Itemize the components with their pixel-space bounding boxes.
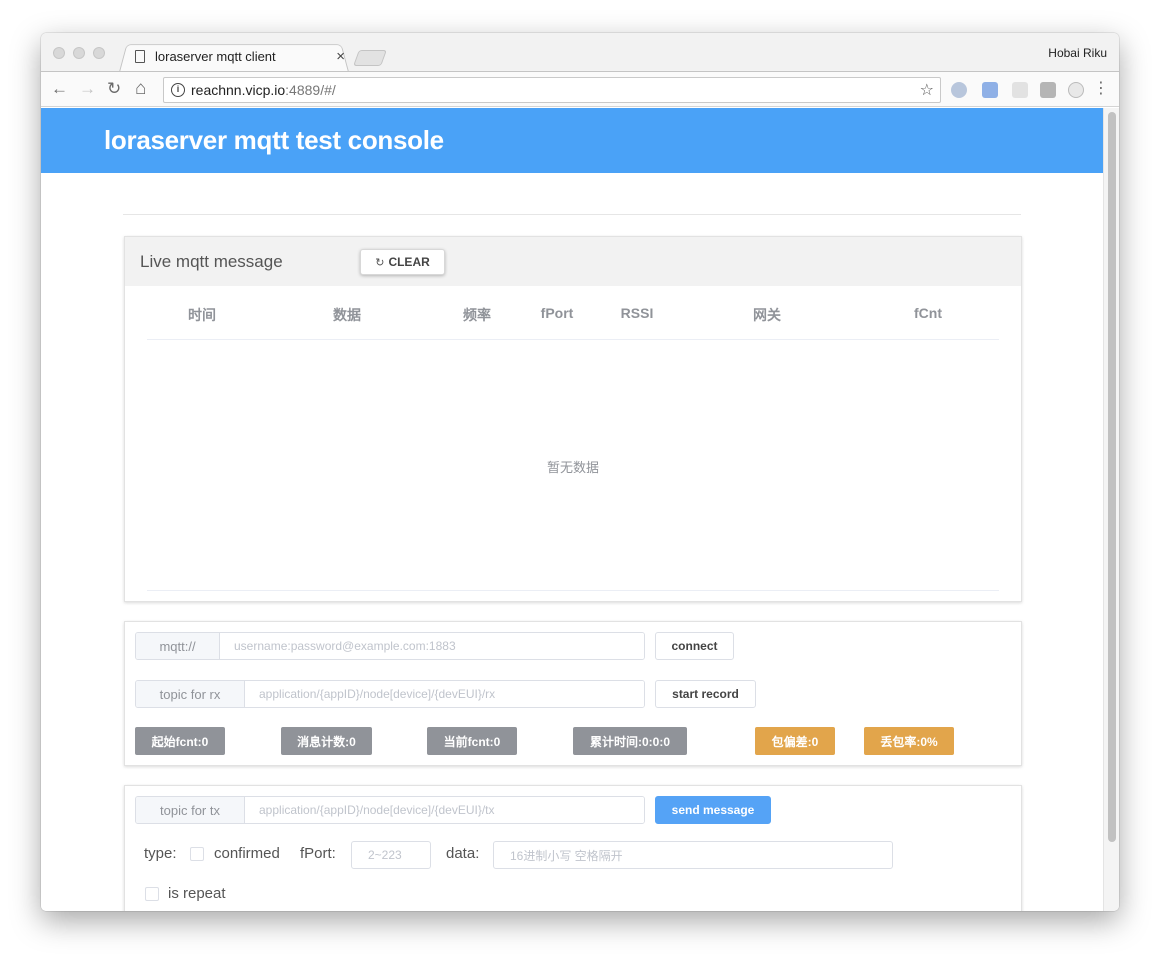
packet-deviation-badge: 包偏差:0 [755,727,835,755]
info-icon[interactable]: i [171,83,185,97]
minimize-window-button[interactable] [73,47,85,59]
zoom-window-button[interactable] [93,47,105,59]
url-host: reachnn.vicp.io [191,82,286,98]
code-extension-icon[interactable] [1068,82,1084,98]
live-card-title: Live mqtt message [140,252,283,271]
url-path: :4889/#/ [285,82,336,98]
message-table-header: 时间 数据 频率 fPort RSSI 网关 fCnt [147,286,999,340]
tab-title: loraserver mqtt client [155,49,276,64]
m-extension-icon[interactable] [1040,82,1056,98]
column-header-fcnt[interactable]: fCnt [914,305,942,321]
mqtt-url-input[interactable] [220,633,644,659]
close-window-button[interactable] [53,47,65,59]
page-content: loraserver mqtt test console Live mqtt m… [41,108,1103,911]
column-header-time[interactable]: 时间 [188,305,216,325]
table-bottom-border [147,590,999,591]
tab-strip: loraserver mqtt client × Hobai Riku [41,33,1119,72]
column-header-gateway[interactable]: 网关 [753,305,781,325]
clear-button[interactable]: ↻ CLEAR [360,249,445,275]
refresh-icon: ↻ [375,256,385,269]
mqtt-prefix-label: mqtt:// [136,633,220,659]
rx-topic-input[interactable] [245,681,644,707]
rx-topic-group: topic for rx [135,680,645,708]
tx-topic-group: topic for tx [135,796,645,824]
back-arrow-icon[interactable]: ← [51,79,68,99]
document-icon [135,50,145,63]
fport-input[interactable]: 2~223 [351,841,431,869]
clear-button-label: CLEAR [388,255,430,269]
connect-button[interactable]: connect [655,632,734,660]
browser-window: loraserver mqtt client × Hobai Riku ← → … [41,33,1119,911]
start-fcnt-badge: 起始fcnt:0 [135,727,225,755]
profile-name[interactable]: Hobai Riku [1048,46,1107,60]
tx-topic-prefix-label: topic for tx [136,797,245,823]
rx-topic-prefix-label: topic for rx [136,681,245,707]
column-header-rssi[interactable]: RSSI [621,305,654,321]
bookmark-star-icon[interactable]: ☆ [920,80,934,100]
forward-arrow-icon[interactable]: → [79,79,96,99]
data-input[interactable]: 16进制小写 空格隔开 [493,841,893,869]
scrollbar-thumb[interactable] [1108,112,1116,842]
confirmed-label[interactable]: confirmed [214,845,280,862]
send-message-button[interactable]: send message [655,796,771,824]
page-scrollbar[interactable] [1103,108,1119,911]
type-label: type: [144,845,177,862]
column-header-fport[interactable]: fPort [541,305,574,321]
column-header-data[interactable]: 数据 [333,305,361,325]
fport-label: fPort: [300,845,336,862]
message-count-badge: 消息计数:0 [281,727,372,755]
confirmed-checkbox[interactable] [190,847,204,861]
mqtt-url-group: mqtt:// [135,632,645,660]
new-tab-button[interactable] [353,50,387,66]
connection-card: mqtt:// connect topic for rx start recor… [124,621,1022,766]
browser-menu-icon[interactable]: ⋮ [1093,79,1109,99]
live-card-header: Live mqtt message ↻ CLEAR [125,237,1021,286]
live-message-card: Live mqtt message ↻ CLEAR 时间 数据 频率 fPort… [124,236,1022,602]
browser-toolbar: ← → ↻ ⌂ i reachnn.vicp.io:4889/#/ ☆ ⋮ [41,71,1119,107]
translate-extension-icon[interactable] [982,82,998,98]
app-header: loraserver mqtt test console [41,108,1103,173]
extension-record-icon[interactable] [951,82,967,98]
close-tab-icon[interactable]: × [336,48,345,65]
send-message-card: topic for tx send message type: confirme… [124,785,1022,911]
home-icon[interactable]: ⌂ [135,79,146,99]
empty-table-text: 暂无数据 [546,460,599,475]
column-header-frequency[interactable]: 频率 [463,305,491,325]
reload-icon[interactable]: ↻ [107,79,121,99]
elapsed-time-badge: 累计时间:0:0:0 [573,727,687,755]
repeat-label[interactable]: is repeat [168,885,226,902]
divider [123,214,1021,215]
app-title: loraserver mqtt test console [104,125,444,155]
start-record-button[interactable]: start record [655,680,756,708]
packet-loss-badge: 丢包率:0% [864,727,954,755]
shield-extension-icon[interactable] [1012,82,1028,98]
current-fcnt-badge: 当前fcnt:0 [427,727,517,755]
repeat-checkbox[interactable] [145,887,159,901]
address-bar[interactable]: i reachnn.vicp.io:4889/#/ ☆ [163,77,941,103]
data-label: data: [446,845,480,862]
tx-topic-input[interactable] [245,797,644,823]
browser-tab-content[interactable]: loraserver mqtt client × [131,42,351,71]
